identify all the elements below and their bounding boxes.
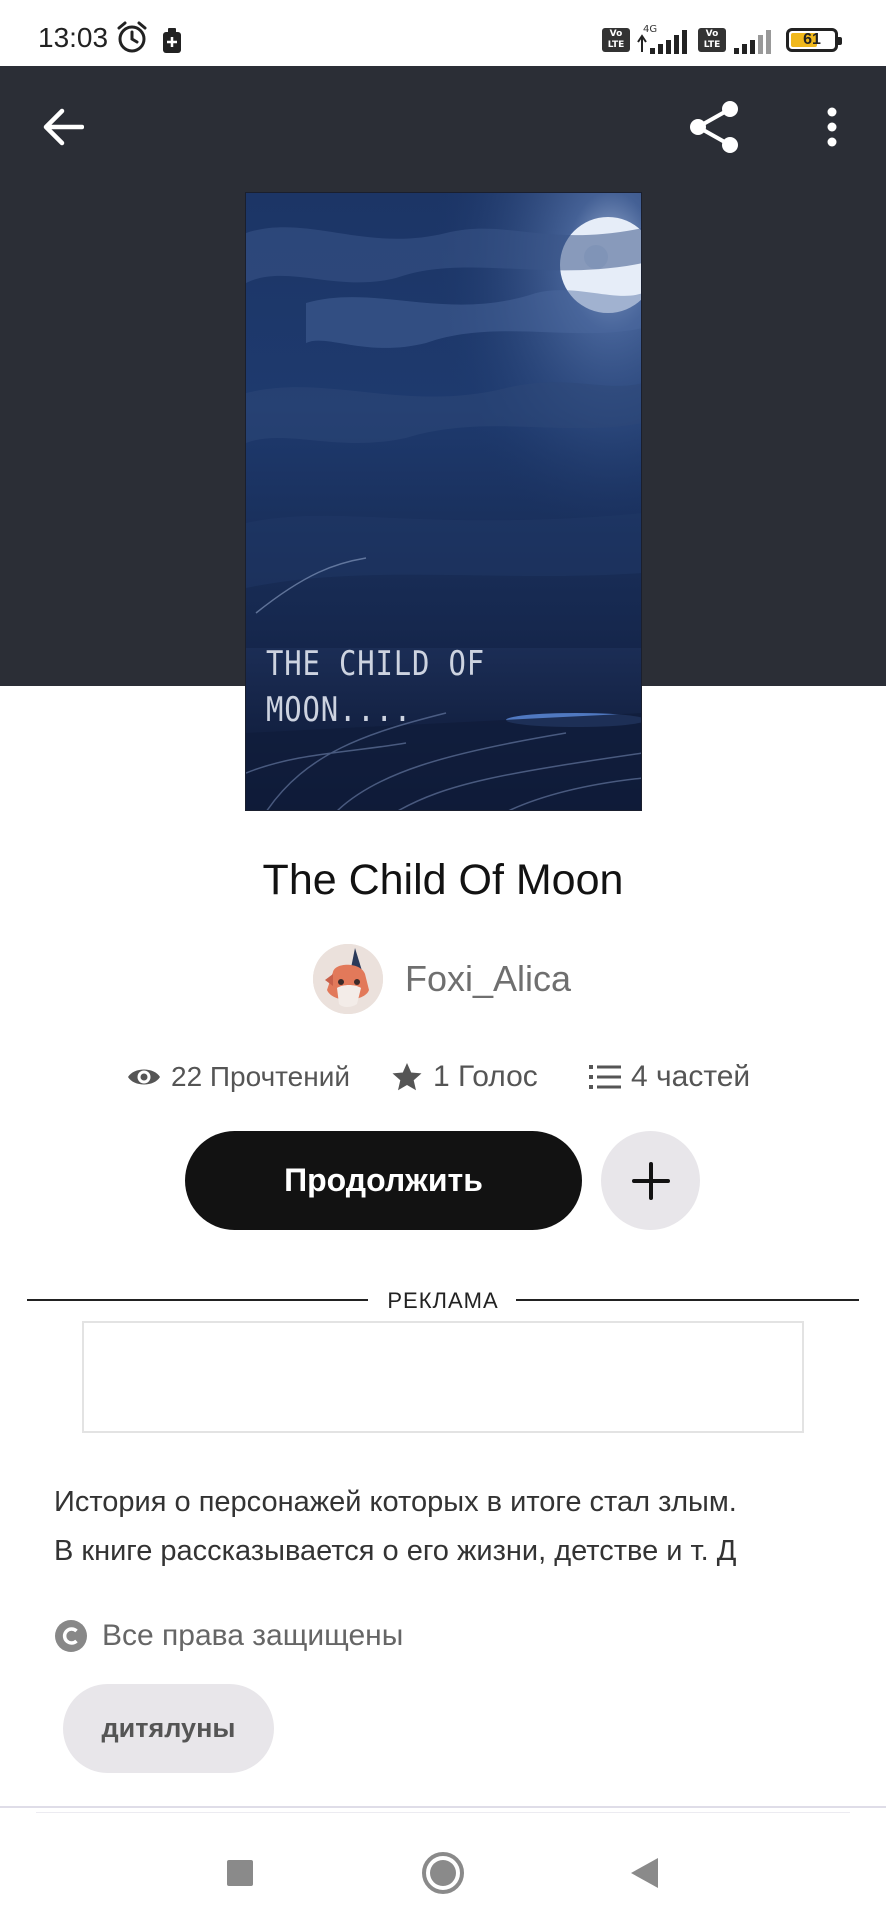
author-link[interactable]: Foxi_Alica — [313, 943, 571, 1015]
author-name[interactable]: Foxi_Alica — [405, 958, 571, 1000]
more-vertical-icon — [827, 107, 837, 147]
arrow-left-icon — [43, 108, 84, 146]
status-time: 13:03 — [38, 22, 109, 53]
book-cover[interactable]: THE CHILD OF MOON.... — [245, 192, 642, 811]
parts-count[interactable]: 4 частей — [631, 1060, 750, 1094]
cover-title-text: THE CHILD OF MOON.... — [266, 641, 485, 733]
back-nav-button[interactable] — [614, 1843, 674, 1903]
list-icon — [589, 1065, 621, 1089]
ad-line-right — [516, 1299, 859, 1301]
circle-home-icon — [422, 1852, 464, 1894]
book-title: The Child Of Moon — [262, 856, 624, 904]
cover-text-line1: THE CHILD OF — [266, 644, 485, 684]
ad-banner[interactable] — [82, 1321, 804, 1433]
ad-label: РЕКЛАМА — [387, 1288, 499, 1313]
volte-badge-1: Vo LTE — [602, 28, 630, 52]
status-bar: 13:03 Vo LTE 4G Vo LTE 61 — [0, 0, 886, 66]
alarm-icon — [116, 20, 148, 59]
fox-avatar-icon — [313, 944, 383, 1014]
author-avatar[interactable] — [313, 944, 383, 1014]
reads-count: 22 Прочтений — [171, 1061, 350, 1092]
volte-badge-2: Vo LTE — [698, 28, 726, 52]
recent-apps-button[interactable] — [210, 1843, 270, 1903]
system-navigation-bar — [0, 1813, 886, 1920]
back-button[interactable] — [31, 95, 95, 159]
add-to-library-button[interactable] — [601, 1131, 700, 1230]
stat-reads: 22 Прочтений — [127, 1055, 350, 1099]
description-line2: В книге рассказывается о его жизни, детс… — [54, 1535, 737, 1567]
signal-icon — [636, 30, 692, 61]
copyright-icon — [55, 1620, 87, 1652]
plus-icon — [631, 1161, 670, 1200]
bottom-divider — [0, 1806, 886, 1808]
battery-indicator: 61 — [786, 28, 842, 52]
battery-saver-icon — [162, 28, 182, 59]
battery-level: 61 — [803, 31, 821, 48]
stat-votes: 1 Голос — [391, 1055, 538, 1099]
triangle-back-icon — [631, 1858, 658, 1888]
home-button[interactable] — [413, 1843, 473, 1903]
votes-count: 1 Голос — [433, 1060, 538, 1093]
square-icon — [227, 1860, 253, 1886]
stat-parts[interactable]: 4 частей — [589, 1055, 750, 1099]
ad-separator: РЕКЛАМА — [27, 1285, 859, 1315]
share-icon — [690, 101, 738, 153]
copyright-info: Все права защищены — [54, 1616, 403, 1656]
cover-text-line2: MOON.... — [266, 690, 413, 730]
more-options-button[interactable] — [800, 95, 864, 159]
star-icon — [392, 1063, 422, 1091]
tag-chip[interactable]: дитялуны — [63, 1684, 274, 1773]
copyright-text: Все права защищены — [102, 1619, 404, 1652]
continue-reading-button[interactable]: Продолжить — [185, 1131, 582, 1230]
book-description: История о персонажей которых в итоге ста… — [54, 1478, 854, 1576]
eye-icon — [128, 1069, 160, 1085]
description-line1: История о персонажей которых в итоге ста… — [54, 1486, 737, 1518]
share-button[interactable] — [682, 95, 746, 159]
signal-icon-2 — [734, 30, 774, 61]
